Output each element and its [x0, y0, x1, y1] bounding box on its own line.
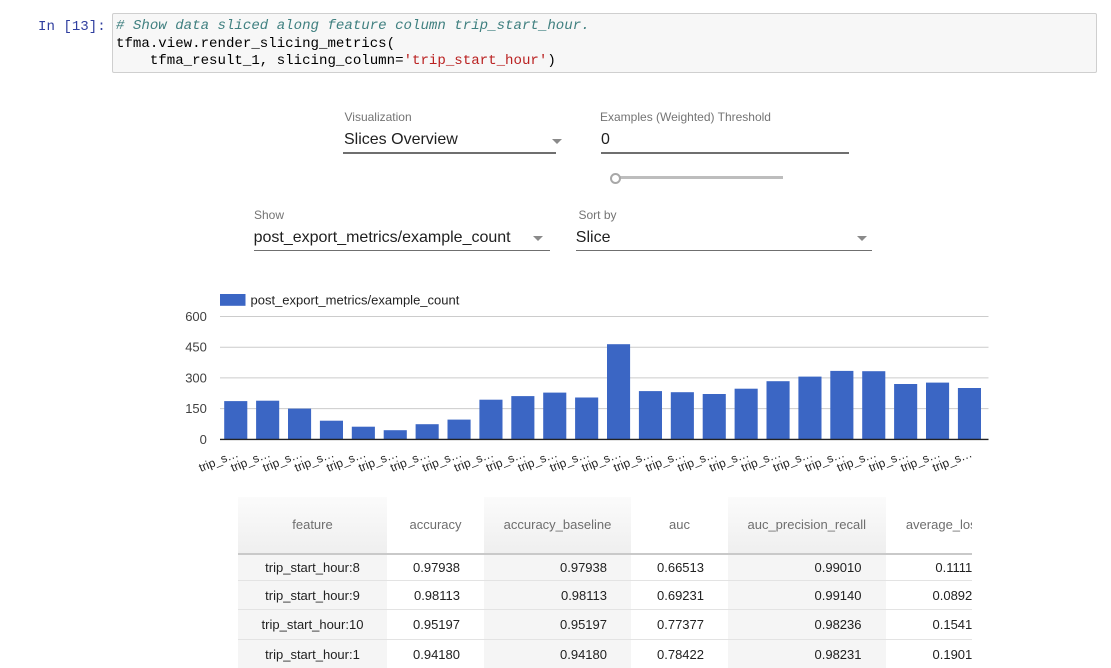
svg-text:0: 0 — [200, 432, 207, 447]
svg-text:600: 600 — [185, 309, 207, 324]
svg-text:450: 450 — [185, 340, 207, 355]
svg-text:300: 300 — [185, 370, 207, 385]
svg-text:150: 150 — [185, 401, 207, 416]
svg-text:post_export_metrics/example_co: post_export_metrics/example_count — [251, 292, 460, 307]
